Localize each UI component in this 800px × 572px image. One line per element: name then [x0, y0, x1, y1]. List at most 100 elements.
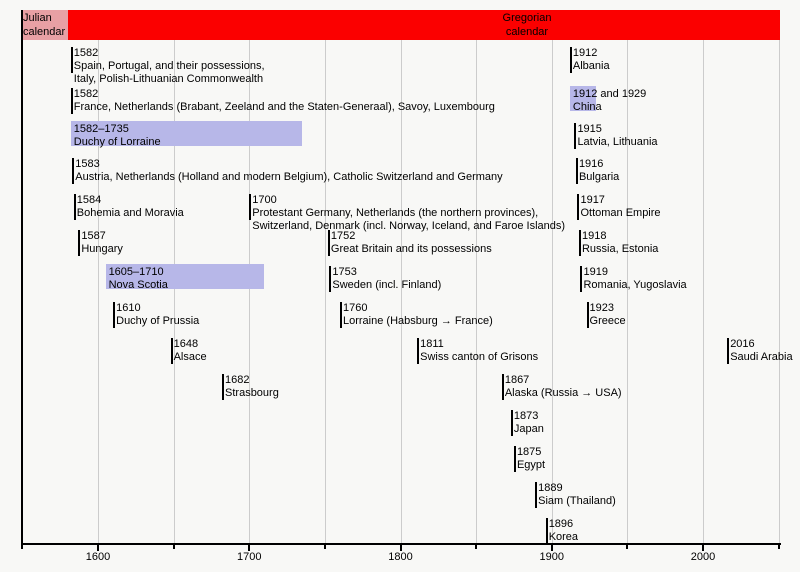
entry-text: 1583Austria, Netherlands (Holland and mo…	[75, 158, 502, 184]
entry-year: 1912 and 1929	[573, 88, 646, 101]
entry-year: 1760	[343, 302, 493, 315]
gridline	[249, 40, 250, 543]
entry-countries: Sweden (incl. Finland)	[332, 279, 441, 292]
x-axis-minor-tick	[173, 545, 175, 549]
entry-year: 1875	[517, 446, 545, 459]
entry-text: 1584Bohemia and Moravia	[77, 194, 184, 220]
entry-text: 1873Japan	[514, 410, 544, 436]
entry-text: 1610Duchy of Prussia	[116, 302, 199, 328]
julian-period-bar: Julian calendar	[21, 10, 68, 40]
x-axis-label: 1900	[540, 551, 564, 563]
entry-text: 1917Ottoman Empire	[580, 194, 660, 220]
entry-text: 1915Latvia, Lithuania	[577, 123, 657, 149]
x-axis-label: 1800	[388, 551, 412, 563]
entry-tick	[249, 194, 251, 220]
entry-year: 1923	[590, 302, 626, 315]
entry-tick	[329, 266, 331, 292]
x-axis-minor-tick	[475, 545, 477, 549]
entry-text: 1912Albania	[573, 47, 610, 73]
entry-tick	[579, 230, 581, 256]
entry-text: 1587Hungary	[81, 230, 123, 256]
entry-tick	[577, 194, 579, 220]
entry-countries: Spain, Portugal, and their possessions,	[74, 60, 265, 73]
entry-text: 1896Korea	[549, 518, 578, 544]
entry-text: 1760Lorraine (Habsburg → France)	[343, 302, 493, 328]
entry-year: 1873	[514, 410, 544, 423]
entry-year: 1587	[81, 230, 123, 243]
entry-tick	[570, 47, 572, 73]
entry-year: 2016	[730, 338, 792, 351]
entry-text: 1923Greece	[590, 302, 626, 328]
entry-text: 1582Spain, Portugal, and their possessio…	[74, 47, 265, 86]
entry-year: 1918	[582, 230, 658, 243]
entry-text: 1867Alaska (Russia → USA)	[505, 374, 622, 400]
entry-text: 1752Great Britain and its possessions	[331, 230, 492, 256]
entry-countries: Swiss canton of Grisons	[420, 351, 538, 364]
entry-text: 1919Romania, Yugoslavia	[583, 266, 686, 292]
entry-tick	[727, 338, 729, 364]
entry-tick	[576, 158, 578, 184]
entry-year: 1867	[505, 374, 622, 387]
entry-countries: Egypt	[517, 459, 545, 472]
entry-countries: Duchy of Prussia	[116, 315, 199, 328]
entry-tick	[74, 194, 76, 220]
entry-tick	[113, 302, 115, 328]
entry-countries: China	[573, 101, 646, 114]
entry-year: 1610	[116, 302, 199, 315]
x-axis-label: 1700	[237, 551, 261, 563]
gridline	[476, 40, 477, 543]
entry-tick	[587, 302, 589, 328]
gregorian-period-bar: Gregorian calendar	[68, 10, 780, 40]
gridline	[325, 40, 326, 543]
entry-year: 1753	[332, 266, 441, 279]
entry-year: 1915	[577, 123, 657, 136]
entry-tick	[535, 482, 537, 508]
entry-text: 1648Alsace	[174, 338, 207, 364]
entry-tick	[574, 123, 576, 149]
x-axis-minor-tick	[21, 545, 23, 549]
entry-tick	[72, 158, 74, 184]
entry-text: 1582France, Netherlands (Brabant, Zeelan…	[74, 88, 495, 114]
entry-tick	[514, 446, 516, 472]
gridline	[174, 40, 175, 543]
entry-year: 1605–1710	[109, 266, 168, 279]
entry-countries: Hungary	[81, 243, 123, 256]
x-axis-minor-tick	[626, 545, 628, 549]
entry-text: 1811Swiss canton of Grisons	[420, 338, 538, 364]
entry-year: 1889	[538, 482, 616, 495]
entry-text: 1918Russia, Estonia	[582, 230, 658, 256]
entry-countries: Bohemia and Moravia	[77, 207, 184, 220]
entry-countries: Austria, Netherlands (Holland and modern…	[75, 171, 502, 184]
entry-countries: Great Britain and its possessions	[331, 243, 492, 256]
entry-countries: France, Netherlands (Brabant, Zeeland an…	[74, 101, 495, 114]
entry-countries: Strasbourg	[225, 387, 279, 400]
entry-year: 1896	[549, 518, 578, 531]
entry-text: 1916Bulgaria	[579, 158, 619, 184]
entry-tick	[71, 88, 73, 114]
entry-tick	[502, 374, 504, 400]
entry-countries: Saudi Arabia	[730, 351, 792, 364]
entry-tick	[71, 47, 73, 73]
x-axis-minor-tick	[778, 545, 780, 549]
entry-countries: Ottoman Empire	[580, 207, 660, 220]
entry-text: 1582–1735Duchy of Lorraine	[74, 123, 161, 149]
entry-tick	[340, 302, 342, 328]
entry-countries: Duchy of Lorraine	[74, 136, 161, 149]
entry-countries: Protestant Germany, Netherlands (the nor…	[252, 207, 565, 220]
entry-countries: Lorraine (Habsburg → France)	[343, 315, 493, 328]
entry-text: 1912 and 1929China	[573, 88, 646, 114]
entry-year: 1916	[579, 158, 619, 171]
entry-year: 1648	[174, 338, 207, 351]
entry-year: 1583	[75, 158, 502, 171]
left-frame-line	[21, 10, 23, 544]
entry-text: 1889Siam (Thailand)	[538, 482, 616, 508]
x-axis-label: 1600	[86, 551, 110, 563]
entry-countries: Siam (Thailand)	[538, 495, 616, 508]
entry-text: 1753Sweden (incl. Finland)	[332, 266, 441, 292]
entry-year: 1582–1735	[74, 123, 161, 136]
gridline	[703, 40, 704, 543]
gridline	[779, 40, 780, 543]
entry-year: 1700	[252, 194, 565, 207]
entry-year: 1582	[74, 47, 265, 60]
gridline	[98, 40, 99, 543]
